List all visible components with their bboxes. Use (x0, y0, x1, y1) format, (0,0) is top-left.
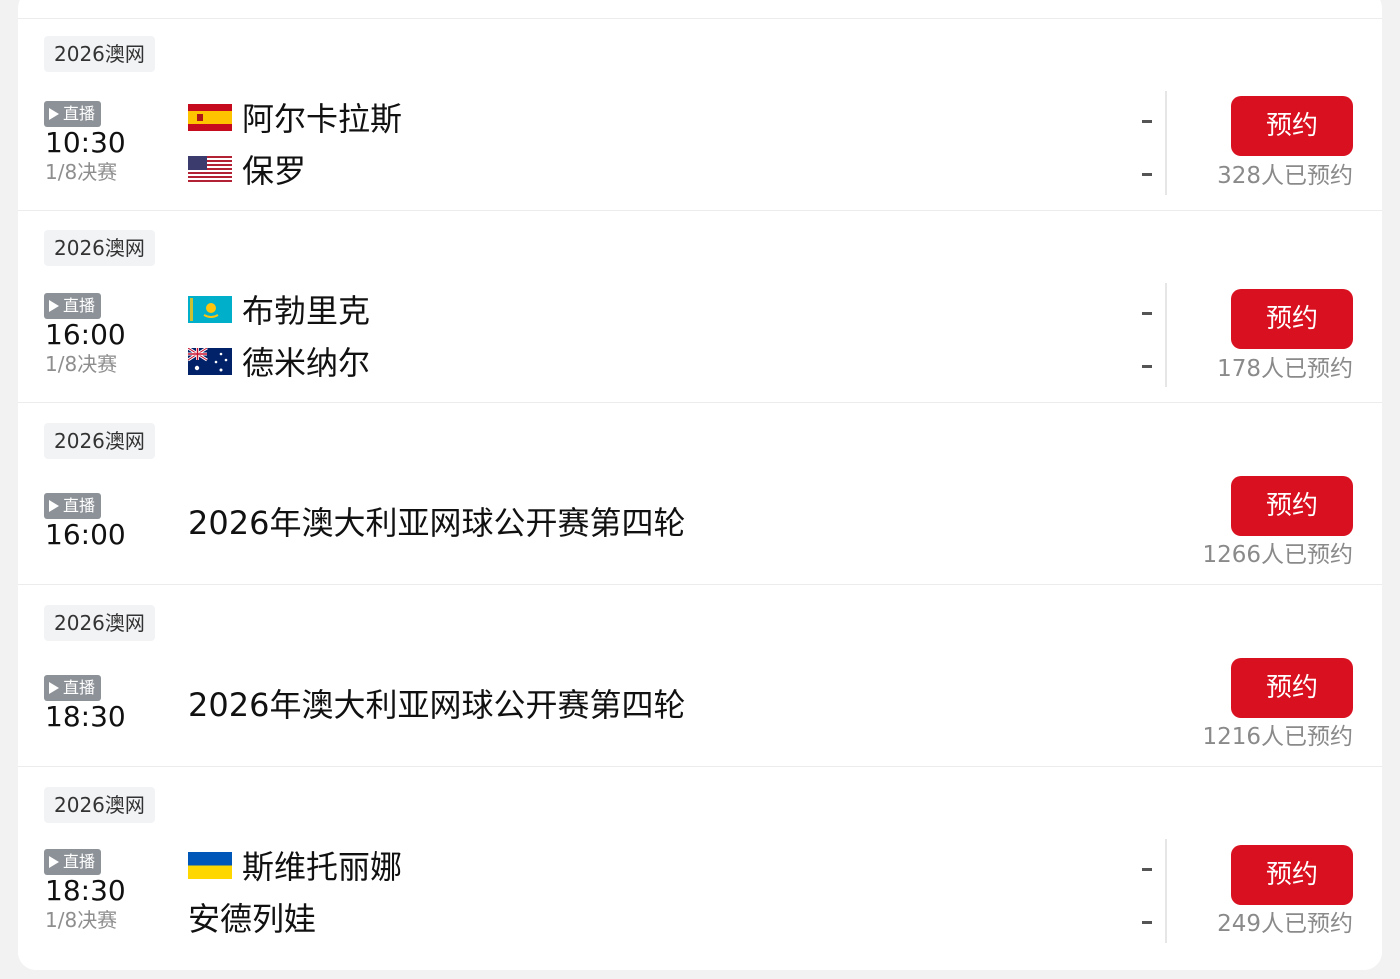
play-icon (49, 682, 59, 694)
live-badge[interactable]: 直播 (44, 293, 102, 319)
live-label: 直播 (63, 104, 96, 123)
live-label: 直播 (63, 852, 96, 871)
reserve-button[interactable]: 预约 (1231, 476, 1353, 536)
divider (1165, 839, 1167, 943)
match-row[interactable]: 2026澳网 直播 10:30 1/8决赛 阿尔卡拉斯 保罗 预约 328人已预… (18, 18, 1382, 211)
team-away-name: 安德列娃 (188, 900, 317, 938)
reserve-button[interactable]: 预约 (1231, 845, 1353, 905)
team-home[interactable]: 布勃里克 (188, 289, 371, 330)
reserve-count: 328人已预约 (1217, 163, 1353, 189)
live-badge[interactable]: 直播 (44, 493, 102, 519)
australia-flag-icon (188, 347, 232, 375)
match-time: 18:30 (45, 700, 126, 733)
divider (1165, 91, 1167, 195)
tournament-tag: 2026澳网 (44, 230, 155, 266)
play-icon (49, 300, 59, 312)
score-away (1142, 365, 1152, 368)
live-label: 直播 (63, 496, 96, 515)
divider (1165, 283, 1167, 387)
event-title[interactable]: 2026年澳大利亚网球公开赛第四轮 (188, 503, 685, 543)
team-away-name: 德米纳尔 (242, 344, 371, 382)
score-home (1142, 868, 1152, 871)
reserve-count: 178人已预约 (1217, 356, 1353, 382)
spain-flag-icon (188, 103, 232, 131)
match-time: 16:00 (45, 518, 126, 551)
tournament-tag: 2026澳网 (44, 36, 155, 72)
team-home[interactable]: 斯维托丽娜 (188, 845, 403, 886)
match-row[interactable]: 2026澳网 直播 18:30 1/8决赛 斯维托丽娜 安德列娃 预约 249人… (18, 766, 1382, 970)
score-home (1142, 120, 1152, 123)
match-round: 1/8决赛 (45, 160, 118, 184)
live-badge[interactable]: 直播 (44, 849, 102, 875)
match-time: 16:00 (45, 318, 126, 351)
team-away[interactable]: 德米纳尔 (188, 341, 371, 382)
match-time: 10:30 (45, 126, 126, 159)
live-label: 直播 (63, 296, 96, 315)
reserve-button[interactable]: 预约 (1231, 289, 1353, 349)
team-home-name: 阿尔卡拉斯 (242, 100, 403, 138)
reserve-button[interactable]: 预约 (1231, 96, 1353, 156)
match-row[interactable]: 2026澳网 直播 16:00 2026年澳大利亚网球公开赛第四轮 预约 126… (18, 402, 1382, 585)
live-label: 直播 (63, 678, 96, 697)
live-badge[interactable]: 直播 (44, 101, 102, 127)
usa-flag-icon (188, 155, 232, 183)
score-away (1142, 921, 1152, 924)
reserve-count: 1266人已预约 (1202, 542, 1353, 568)
reserve-count: 1216人已预约 (1202, 724, 1353, 750)
match-round: 1/8决赛 (45, 908, 118, 932)
team-home[interactable]: 阿尔卡拉斯 (188, 97, 403, 138)
match-round: 1/8决赛 (45, 352, 118, 376)
score-home (1142, 312, 1152, 315)
event-title[interactable]: 2026年澳大利亚网球公开赛第四轮 (188, 685, 685, 725)
team-away-name: 保罗 (242, 152, 307, 190)
tournament-tag: 2026澳网 (44, 605, 155, 641)
score-away (1142, 173, 1152, 176)
tournament-tag: 2026澳网 (44, 787, 155, 823)
play-icon (49, 500, 59, 512)
team-away[interactable]: 安德列娃 (188, 897, 317, 938)
reserve-count: 249人已预约 (1217, 911, 1353, 937)
team-home-name: 斯维托丽娜 (242, 848, 403, 886)
match-time: 18:30 (45, 874, 126, 907)
play-icon (49, 856, 59, 868)
kazakhstan-flag-icon (188, 295, 232, 323)
team-home-name: 布勃里克 (242, 292, 371, 330)
tournament-tag: 2026澳网 (44, 423, 155, 459)
play-icon (49, 108, 59, 120)
match-row[interactable]: 2026澳网 直播 18:30 2026年澳大利亚网球公开赛第四轮 预约 121… (18, 584, 1382, 767)
team-away[interactable]: 保罗 (188, 149, 307, 190)
ukraine-flag-icon (188, 851, 232, 879)
live-badge[interactable]: 直播 (44, 675, 102, 701)
match-row[interactable]: 2026澳网 直播 16:00 1/8决赛 布勃里克 德米纳尔 预约 178人已… (18, 210, 1382, 403)
reserve-button[interactable]: 预约 (1231, 658, 1353, 718)
